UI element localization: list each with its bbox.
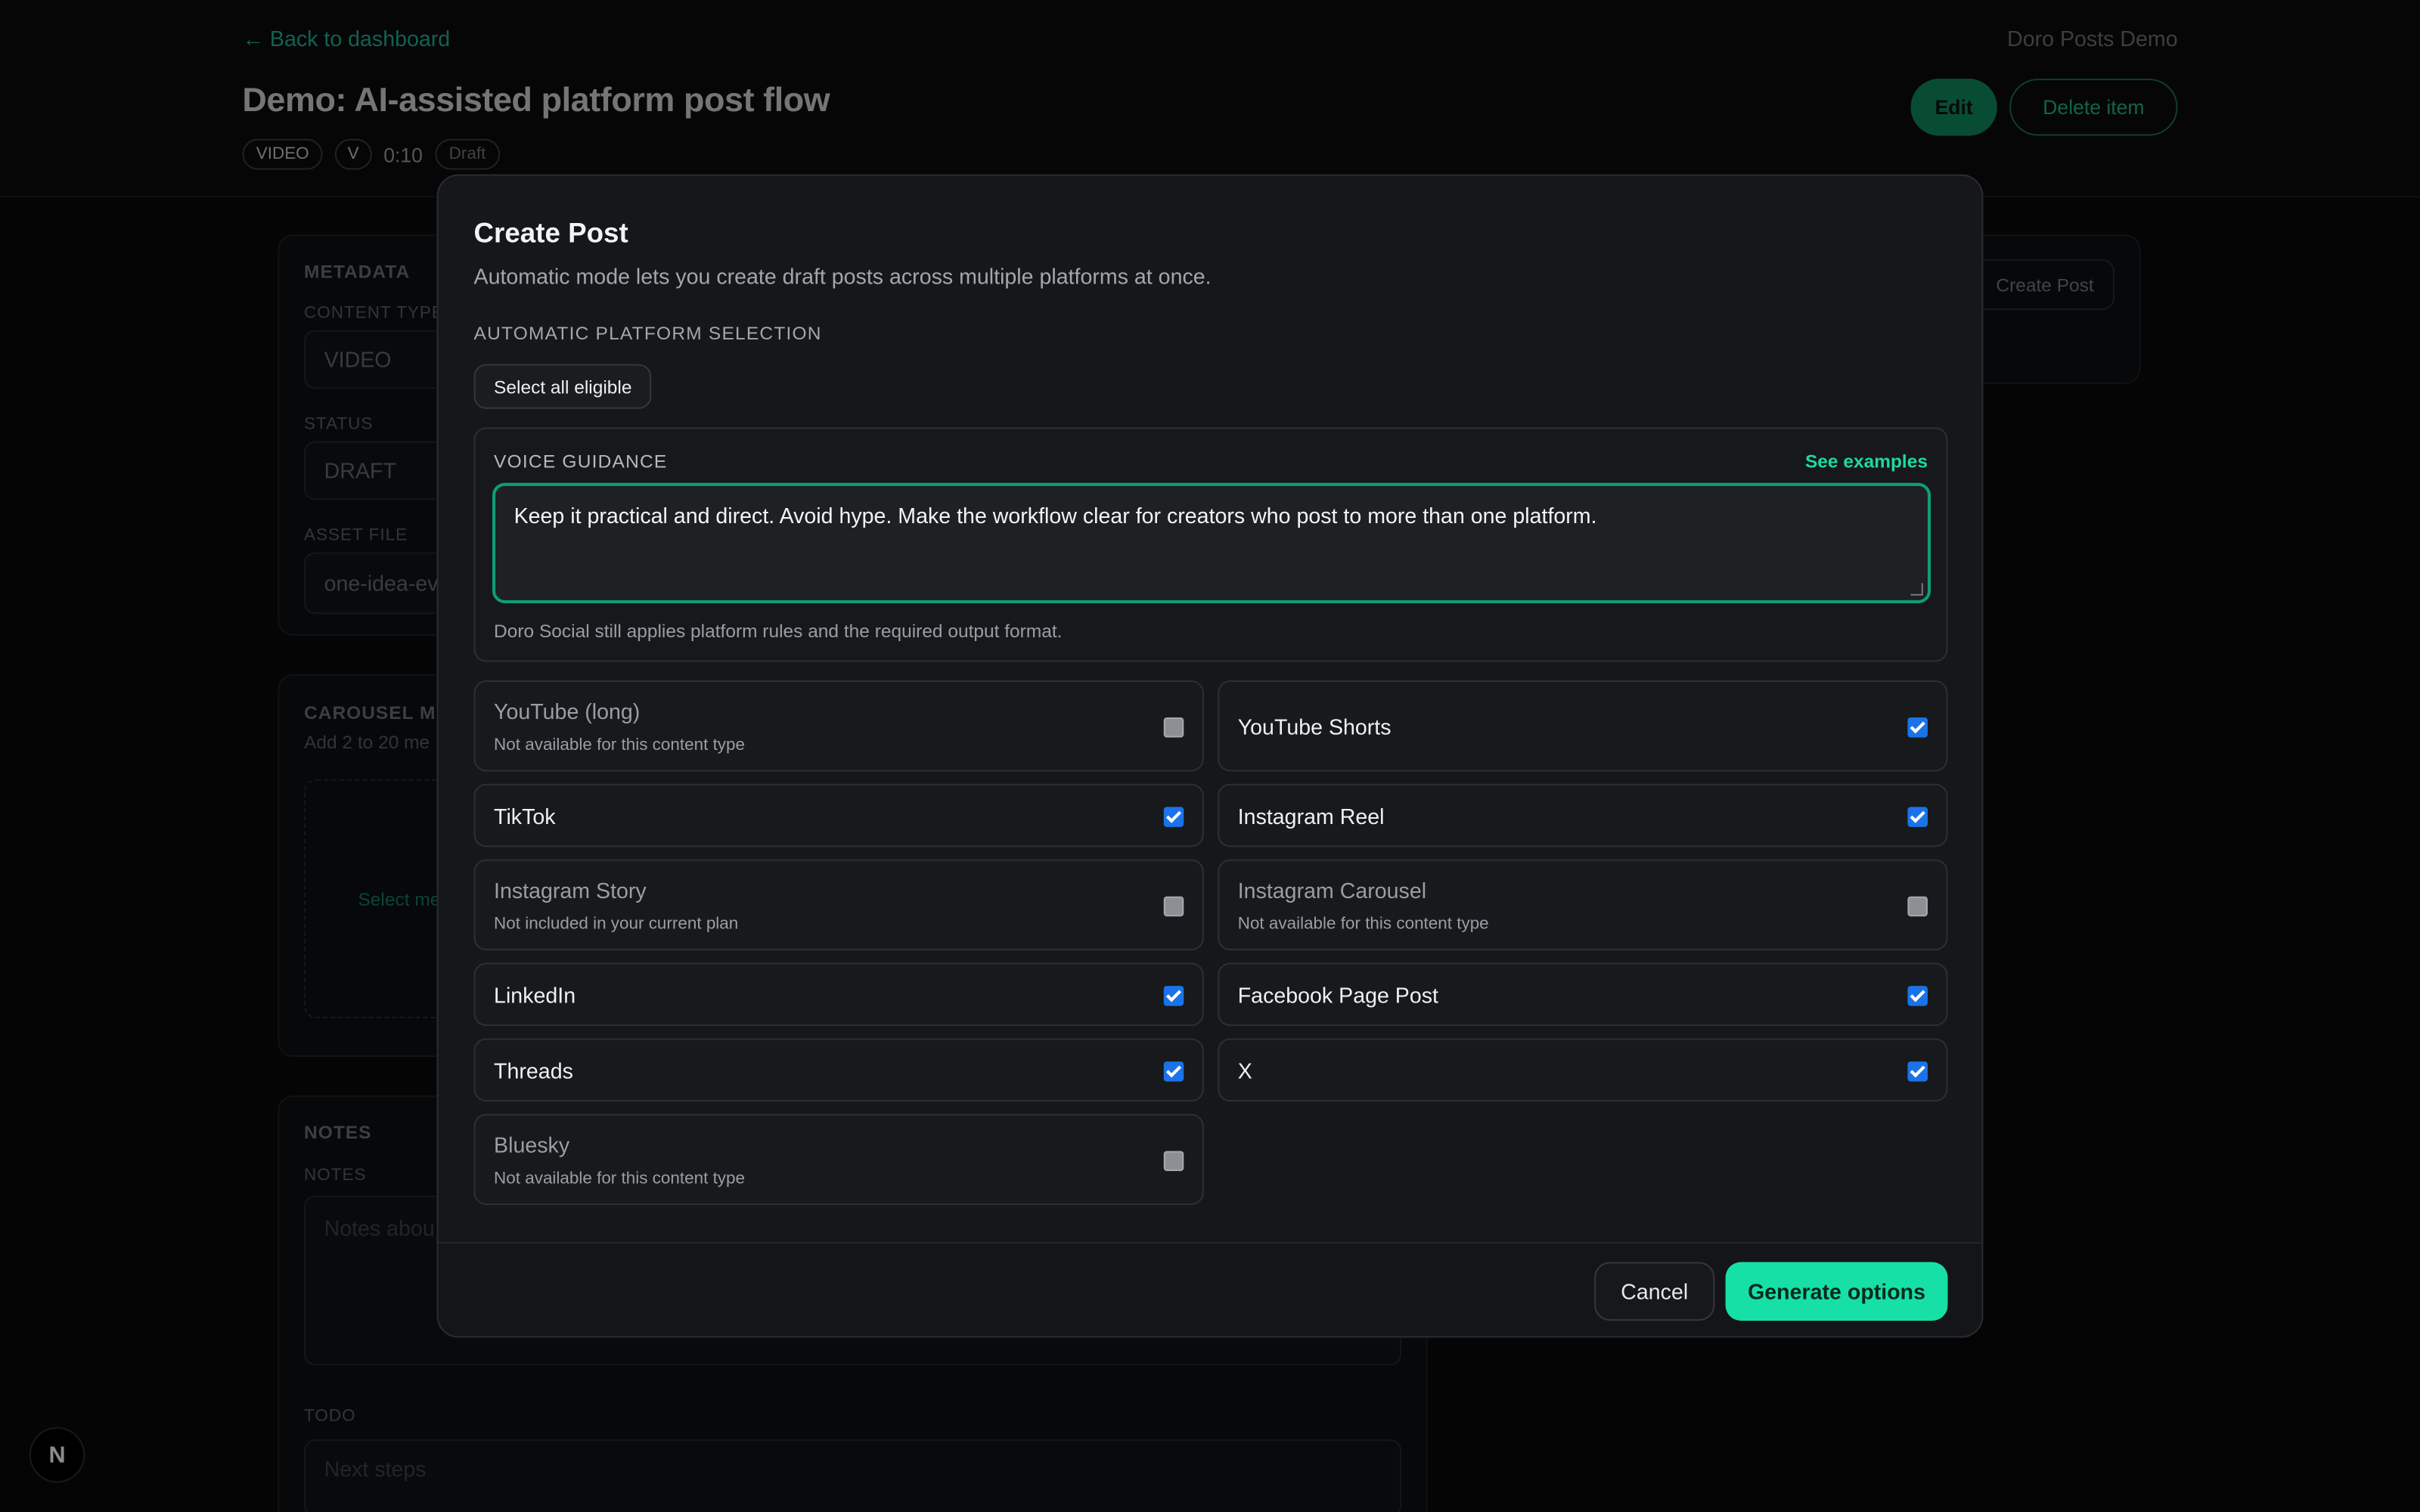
resize-handle-icon[interactable] — [1910, 583, 1923, 596]
platform-checkbox[interactable] — [1163, 986, 1184, 1006]
voice-guidance-text: Keep it practical and direct. Avoid hype… — [513, 503, 1597, 528]
platform-name: Instagram Carousel — [1237, 878, 1427, 903]
platform-name: Threads — [494, 1057, 573, 1083]
platform-option[interactable]: X — [1218, 1038, 1948, 1102]
platform-unavailable-note: Not available for this content type — [1237, 915, 1489, 934]
platform-name: X — [1237, 1057, 1252, 1083]
platform-name: TikTok — [494, 803, 556, 828]
voice-guidance-textarea[interactable]: Keep it practical and direct. Avoid hype… — [492, 482, 1931, 603]
platform-checkbox[interactable] — [1163, 717, 1184, 738]
platform-checkbox[interactable] — [1907, 896, 1928, 917]
platform-checkbox[interactable] — [1163, 1151, 1184, 1171]
select-all-eligible-button[interactable]: Select all eligible — [473, 364, 653, 409]
cancel-button[interactable]: Cancel — [1594, 1262, 1715, 1321]
voice-guidance-help: Doro Social still applies platform rules… — [494, 620, 1063, 642]
platform-unavailable-note: Not available for this content type — [494, 736, 746, 754]
platform-checkbox[interactable] — [1163, 896, 1184, 917]
platform-checkbox[interactable] — [1907, 986, 1928, 1006]
app-root: ← Back to dashboard Doro Posts Demo Demo… — [0, 0, 2420, 1512]
platform-option[interactable]: Facebook Page Post — [1218, 962, 1948, 1027]
platform-name: Facebook Page Post — [1237, 981, 1439, 1007]
platform-checkbox[interactable] — [1163, 1061, 1184, 1082]
generate-options-button[interactable]: Generate options — [1725, 1262, 1948, 1321]
platform-option[interactable]: YouTube (long) Not available for this con… — [473, 680, 1204, 772]
platform-name: YouTube (long) — [494, 699, 641, 724]
platform-checkbox[interactable] — [1907, 1061, 1928, 1082]
platform-unavailable-note: Not included in your current plan — [494, 915, 739, 934]
create-post-modal: Create Post Automatic mode lets you crea… — [436, 174, 1984, 1338]
platform-option[interactable]: TikTok — [473, 783, 1204, 847]
platform-checkbox[interactable] — [1907, 717, 1928, 738]
platform-name: Instagram Reel — [1237, 803, 1385, 828]
platform-option[interactable]: LinkedIn — [473, 962, 1204, 1027]
platform-option[interactable]: Instagram Story Not included in your curr… — [473, 859, 1204, 951]
modal-description: Automatic mode lets you create draft pos… — [473, 263, 1212, 289]
platform-option[interactable]: Instagram Carousel Not available for this… — [1218, 859, 1948, 951]
see-examples-link[interactable]: See examples — [1805, 451, 1928, 472]
modal-title: Create Post — [473, 217, 628, 249]
platform-option[interactable]: YouTube Shorts — [1218, 680, 1948, 772]
voice-guidance-panel: VOICE GUIDANCE See examples Keep it prac… — [473, 427, 1948, 662]
platform-name: YouTube Shorts — [1237, 713, 1392, 739]
voice-guidance-label: VOICE GUIDANCE — [494, 450, 668, 472]
platform-name: LinkedIn — [494, 981, 576, 1007]
platform-unavailable-note: Not available for this content type — [494, 1169, 746, 1188]
platform-name: Instagram Story — [494, 878, 647, 903]
platform-option[interactable]: Instagram Reel — [1218, 783, 1948, 847]
modal-footer: Cancel Generate options — [438, 1241, 1982, 1337]
platform-selection-label: AUTOMATIC PLATFORM SELECTION — [473, 322, 822, 345]
platform-checkbox[interactable] — [1907, 807, 1928, 827]
platform-name: Bluesky — [494, 1132, 570, 1157]
platform-option[interactable]: Bluesky Not available for this content ty… — [473, 1114, 1204, 1205]
platform-option[interactable]: Threads — [473, 1038, 1204, 1102]
platform-checkbox[interactable] — [1163, 807, 1184, 827]
